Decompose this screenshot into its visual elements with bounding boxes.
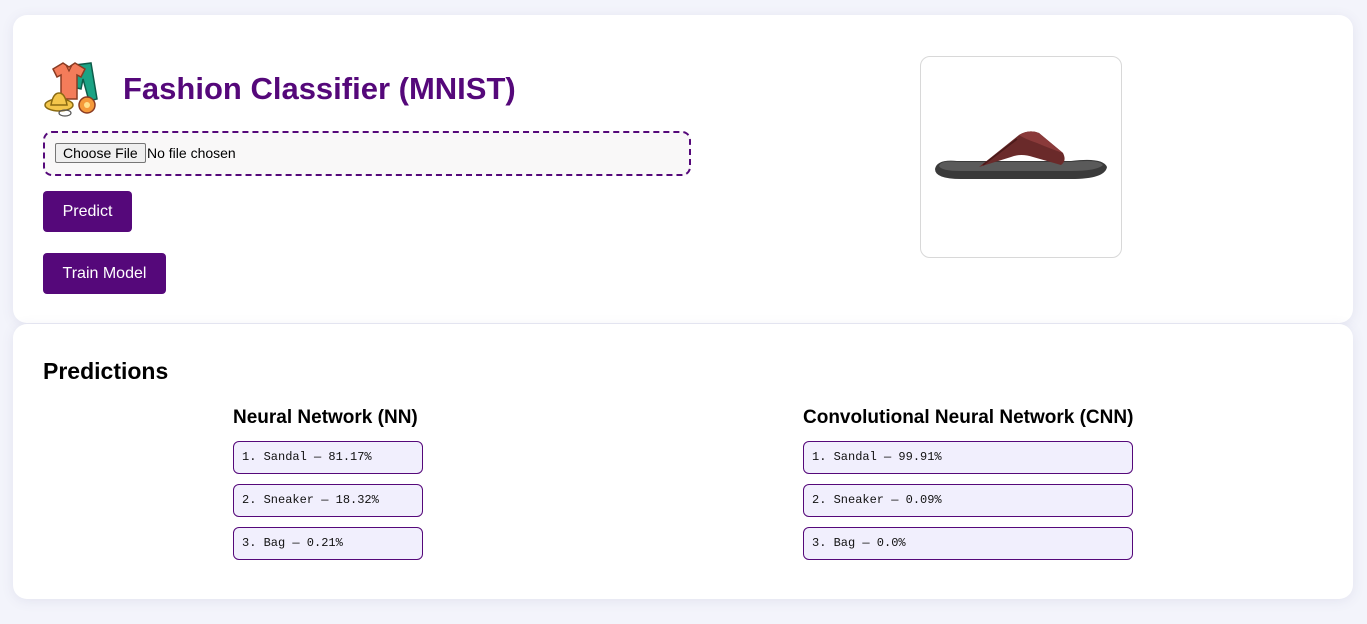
cnn-prediction-list: 1. Sandal — 99.91% 2. Sneaker — 0.09% 3.… (803, 441, 1133, 560)
prediction-item: 1. Sandal — 99.91% (803, 441, 1133, 474)
predictions-heading: Predictions (43, 358, 169, 384)
nn-predictions: Neural Network (NN) 1. Sandal — 81.17% 2… (233, 406, 423, 570)
cnn-title: Convolutional Neural Network (CNN) (803, 407, 1134, 428)
nn-title: Neural Network (NN) (233, 407, 418, 428)
image-preview (920, 56, 1122, 258)
prediction-item: 3. Bag — 0.21% (233, 527, 423, 560)
predict-button[interactable]: Predict (43, 191, 132, 232)
nn-prediction-list: 1. Sandal — 81.17% 2. Sneaker — 18.32% 3… (233, 441, 423, 560)
upload-card: Fashion Classifier (MNIST) Choose File N… (13, 15, 1353, 323)
prediction-item: 3. Bag — 0.0% (803, 527, 1133, 560)
choose-file-button[interactable]: Choose File (55, 143, 146, 163)
prediction-item: 1. Sandal — 81.17% (233, 441, 423, 474)
file-status-text: No file chosen (147, 145, 236, 161)
prediction-item: 2. Sneaker — 18.32% (233, 484, 423, 517)
predictions-card: Predictions Neural Network (NN) 1. Sanda… (13, 324, 1353, 599)
sandal-image (935, 131, 1107, 179)
cnn-predictions: Convolutional Neural Network (CNN) 1. Sa… (803, 406, 1133, 570)
page-title: Fashion Classifier (MNIST) (123, 71, 516, 106)
clothes-icon (43, 59, 101, 117)
prediction-item: 2. Sneaker — 0.09% (803, 484, 1133, 517)
train-model-button[interactable]: Train Model (43, 253, 166, 294)
file-upload-area[interactable]: Choose File No file chosen (43, 131, 691, 176)
